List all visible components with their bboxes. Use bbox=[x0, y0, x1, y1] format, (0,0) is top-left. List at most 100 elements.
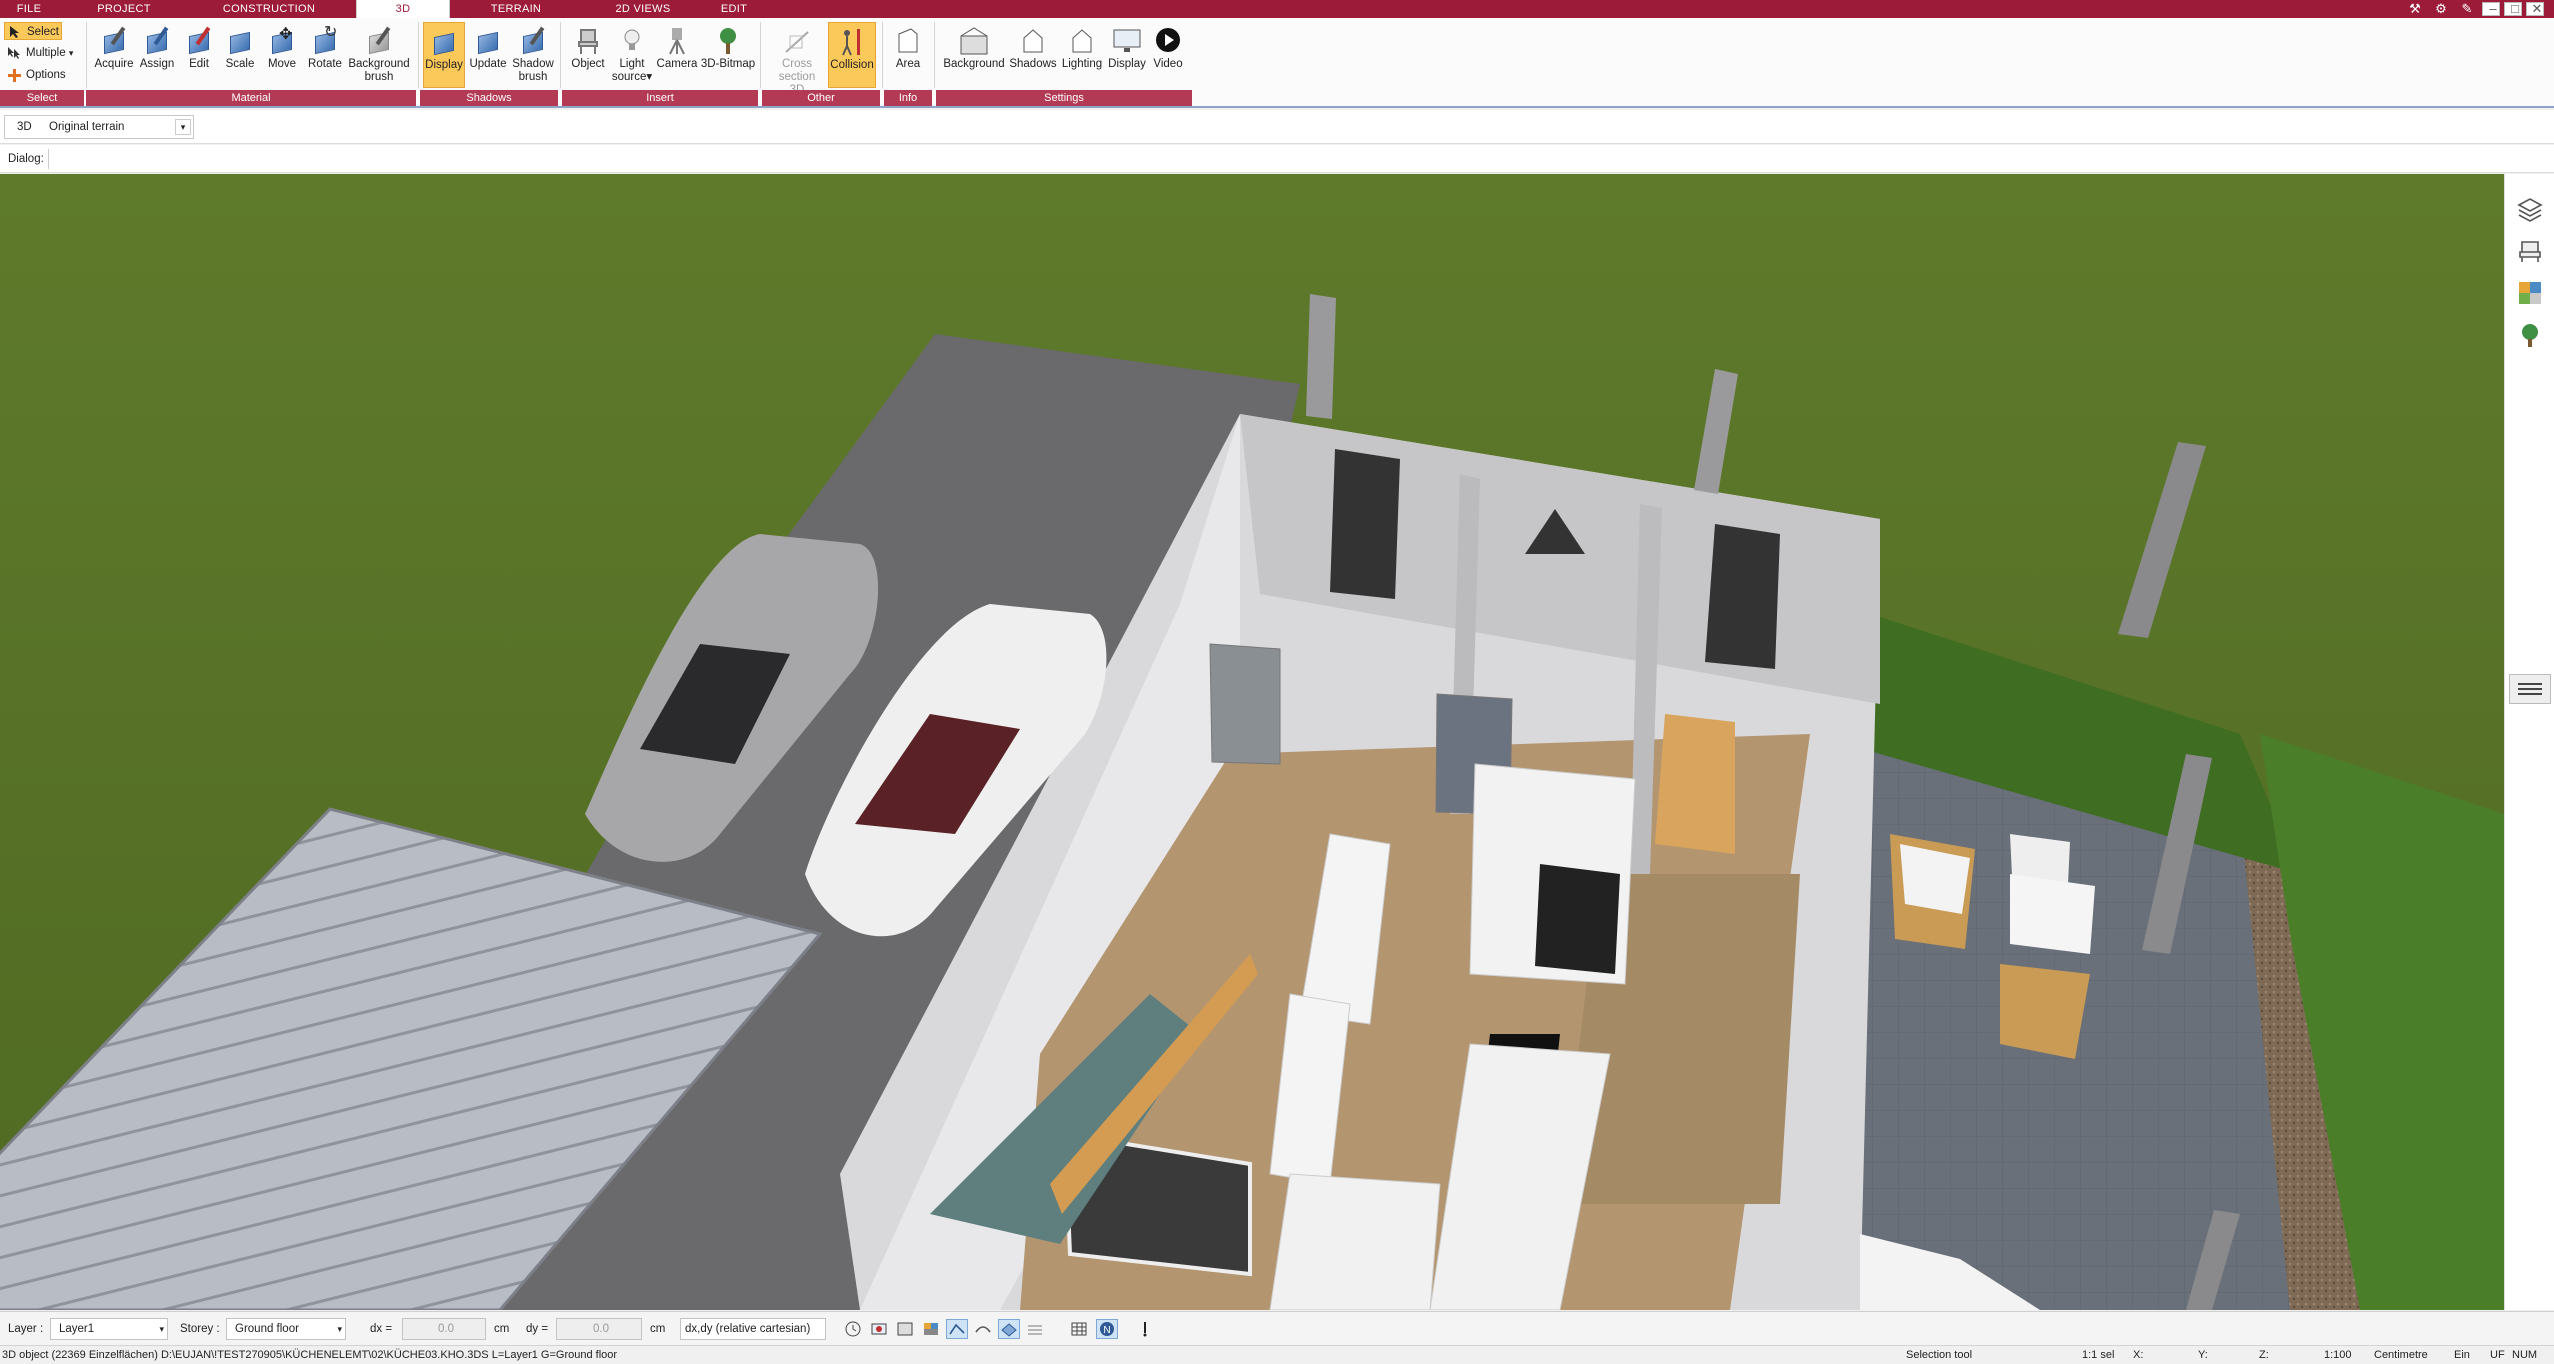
camera-button[interactable]: Camera bbox=[654, 22, 700, 88]
update-shadows-icon bbox=[471, 26, 505, 56]
ribbon: Select Multiple ▾ Options Select Acquire… bbox=[0, 18, 2554, 108]
edit-material-icon bbox=[182, 26, 216, 56]
settings-icon[interactable]: ✎ bbox=[2454, 1, 2480, 17]
snap-line-icon[interactable] bbox=[946, 1319, 968, 1339]
dy-unit: cm bbox=[650, 1323, 666, 1335]
display-settings-label: Display bbox=[1108, 58, 1146, 70]
move-label: Move bbox=[267, 58, 297, 70]
background-brush-icon bbox=[362, 26, 396, 56]
tab-construction[interactable]: CONSTRUCTION bbox=[220, 0, 318, 18]
area-button[interactable]: Area bbox=[888, 22, 928, 88]
tab-terrain[interactable]: TERRAIN bbox=[480, 0, 552, 18]
snap-surface-icon[interactable] bbox=[998, 1319, 1020, 1339]
chevron-down-icon: ▾ bbox=[337, 1324, 342, 1334]
separator bbox=[934, 22, 935, 88]
dining-table bbox=[1655, 714, 1735, 854]
rotate-label: Rotate bbox=[308, 58, 342, 70]
insert-object-button[interactable]: Object bbox=[566, 22, 610, 88]
coordinate-mode-value: dx,dy (relative cartesian) bbox=[685, 1323, 811, 1335]
wrench-icon[interactable]: ⚙ bbox=[2428, 1, 2454, 17]
tree-icon[interactable] bbox=[2517, 322, 2543, 348]
tab-file[interactable]: FILE bbox=[4, 0, 54, 18]
snap-curve-icon[interactable] bbox=[972, 1319, 994, 1339]
shadows-settings-button[interactable]: Shadows bbox=[1008, 22, 1058, 88]
status-x: X: bbox=[2133, 1349, 2144, 1361]
scale-label: Scale bbox=[225, 58, 255, 70]
house-shadow-icon bbox=[1016, 26, 1050, 56]
tab-3d[interactable]: 3D bbox=[356, 0, 450, 19]
materials-icon[interactable] bbox=[2517, 280, 2543, 306]
multiple-select-button[interactable]: Multiple ▾ bbox=[4, 44, 82, 62]
collision-label: Collision bbox=[830, 59, 874, 71]
material-view-icon[interactable] bbox=[920, 1319, 942, 1339]
tree-icon bbox=[711, 26, 745, 56]
assign-button[interactable]: Assign bbox=[136, 22, 178, 88]
background-label: Background bbox=[943, 58, 1005, 70]
collision-button[interactable]: Collision bbox=[828, 22, 876, 88]
storey-dropdown[interactable]: Ground floor ▾ bbox=[226, 1318, 346, 1340]
panel-toggle-handle[interactable] bbox=[2509, 674, 2551, 704]
tools-icon[interactable]: ⚒ bbox=[2402, 1, 2428, 17]
bottom-toolbar: Layer : Layer1 ▾ Storey : Ground floor ▾… bbox=[0, 1311, 2554, 1345]
light-source-label-2: source▾ bbox=[611, 71, 653, 83]
coordinate-mode-dropdown[interactable]: dx,dy (relative cartesian) bbox=[680, 1318, 826, 1340]
restore-button[interactable]: □ bbox=[2504, 2, 2522, 16]
display-shadows-button[interactable]: Display bbox=[423, 22, 465, 88]
background-brush-button[interactable]: Background brush bbox=[346, 22, 412, 88]
3d-bitmap-button[interactable]: 3D-Bitmap bbox=[700, 22, 756, 88]
video-button[interactable]: Video bbox=[1148, 22, 1188, 88]
texture-icon[interactable] bbox=[1024, 1319, 1046, 1339]
collision-icon bbox=[835, 27, 869, 57]
north-icon[interactable]: N bbox=[1096, 1319, 1118, 1339]
house-background-icon bbox=[957, 26, 991, 56]
chevron-down-icon: ▾ bbox=[175, 119, 191, 135]
shadow-brush-icon bbox=[516, 26, 550, 56]
background-settings-button[interactable]: Background bbox=[940, 22, 1008, 88]
acquire-label: Acquire bbox=[94, 58, 134, 70]
tab-2d-views[interactable]: 2D VIEWS bbox=[610, 0, 676, 18]
shadows-label: Shadows bbox=[1009, 58, 1057, 70]
select-button[interactable]: Select bbox=[4, 22, 62, 40]
info-marker-icon[interactable] bbox=[1134, 1319, 1156, 1339]
furniture-icon[interactable] bbox=[2517, 238, 2543, 264]
select-label: Select bbox=[27, 26, 59, 38]
edit-label: Edit bbox=[189, 58, 209, 70]
camera-icon bbox=[660, 26, 694, 56]
light-source-button[interactable]: Light source▾ bbox=[610, 22, 654, 88]
status-uf: UF bbox=[2490, 1349, 2505, 1361]
svg-text:N: N bbox=[1103, 1325, 1110, 1336]
minimize-button[interactable]: – bbox=[2482, 2, 2500, 16]
acquire-button[interactable]: Acquire bbox=[92, 22, 136, 88]
display-settings-button[interactable]: Display bbox=[1106, 22, 1148, 88]
tab-project[interactable]: PROJECT bbox=[94, 0, 154, 18]
move-button[interactable]: ✥ Move bbox=[262, 22, 302, 88]
lighting-settings-button[interactable]: Lighting bbox=[1058, 22, 1106, 88]
cross-section-3d-button[interactable]: Cross section 3D bbox=[772, 22, 822, 96]
multi-cursor-icon bbox=[8, 47, 20, 59]
area-icon bbox=[891, 26, 925, 56]
camera-view-icon[interactable] bbox=[868, 1319, 890, 1339]
clock-icon[interactable] bbox=[842, 1319, 864, 1339]
rotate-button[interactable]: ↻ Rotate bbox=[304, 22, 346, 88]
chevron-down-icon: ▾ bbox=[159, 1324, 164, 1334]
status-message: 3D object (22369 Einzelflächen) D:\EUJAN… bbox=[2, 1349, 618, 1361]
shadow-brush-button[interactable]: Shadow brush bbox=[510, 22, 556, 88]
separator bbox=[418, 22, 419, 88]
terrain-view-dropdown[interactable]: 3D Original terrain ▾ bbox=[4, 115, 194, 139]
layer-dropdown[interactable]: Layer1 ▾ bbox=[50, 1318, 168, 1340]
dx-input[interactable]: 0.0 bbox=[402, 1318, 486, 1340]
layers-icon[interactable] bbox=[2517, 196, 2543, 222]
dy-input[interactable]: 0.0 bbox=[556, 1318, 642, 1340]
update-shadows-button[interactable]: Update bbox=[466, 22, 510, 88]
options-button[interactable]: Options bbox=[4, 66, 76, 84]
edit-material-button[interactable]: Edit bbox=[180, 22, 218, 88]
render-icon[interactable] bbox=[894, 1319, 916, 1339]
tab-edit[interactable]: EDIT bbox=[714, 0, 754, 18]
scale-button[interactable]: Scale bbox=[220, 22, 260, 88]
assign-label: Assign bbox=[139, 58, 175, 70]
house-light-icon bbox=[1065, 26, 1099, 56]
close-button[interactable]: ✕ bbox=[2526, 2, 2544, 16]
3d-viewport[interactable] bbox=[0, 174, 2504, 1310]
grid-icon[interactable] bbox=[1068, 1319, 1090, 1339]
scale-icon bbox=[223, 26, 257, 56]
